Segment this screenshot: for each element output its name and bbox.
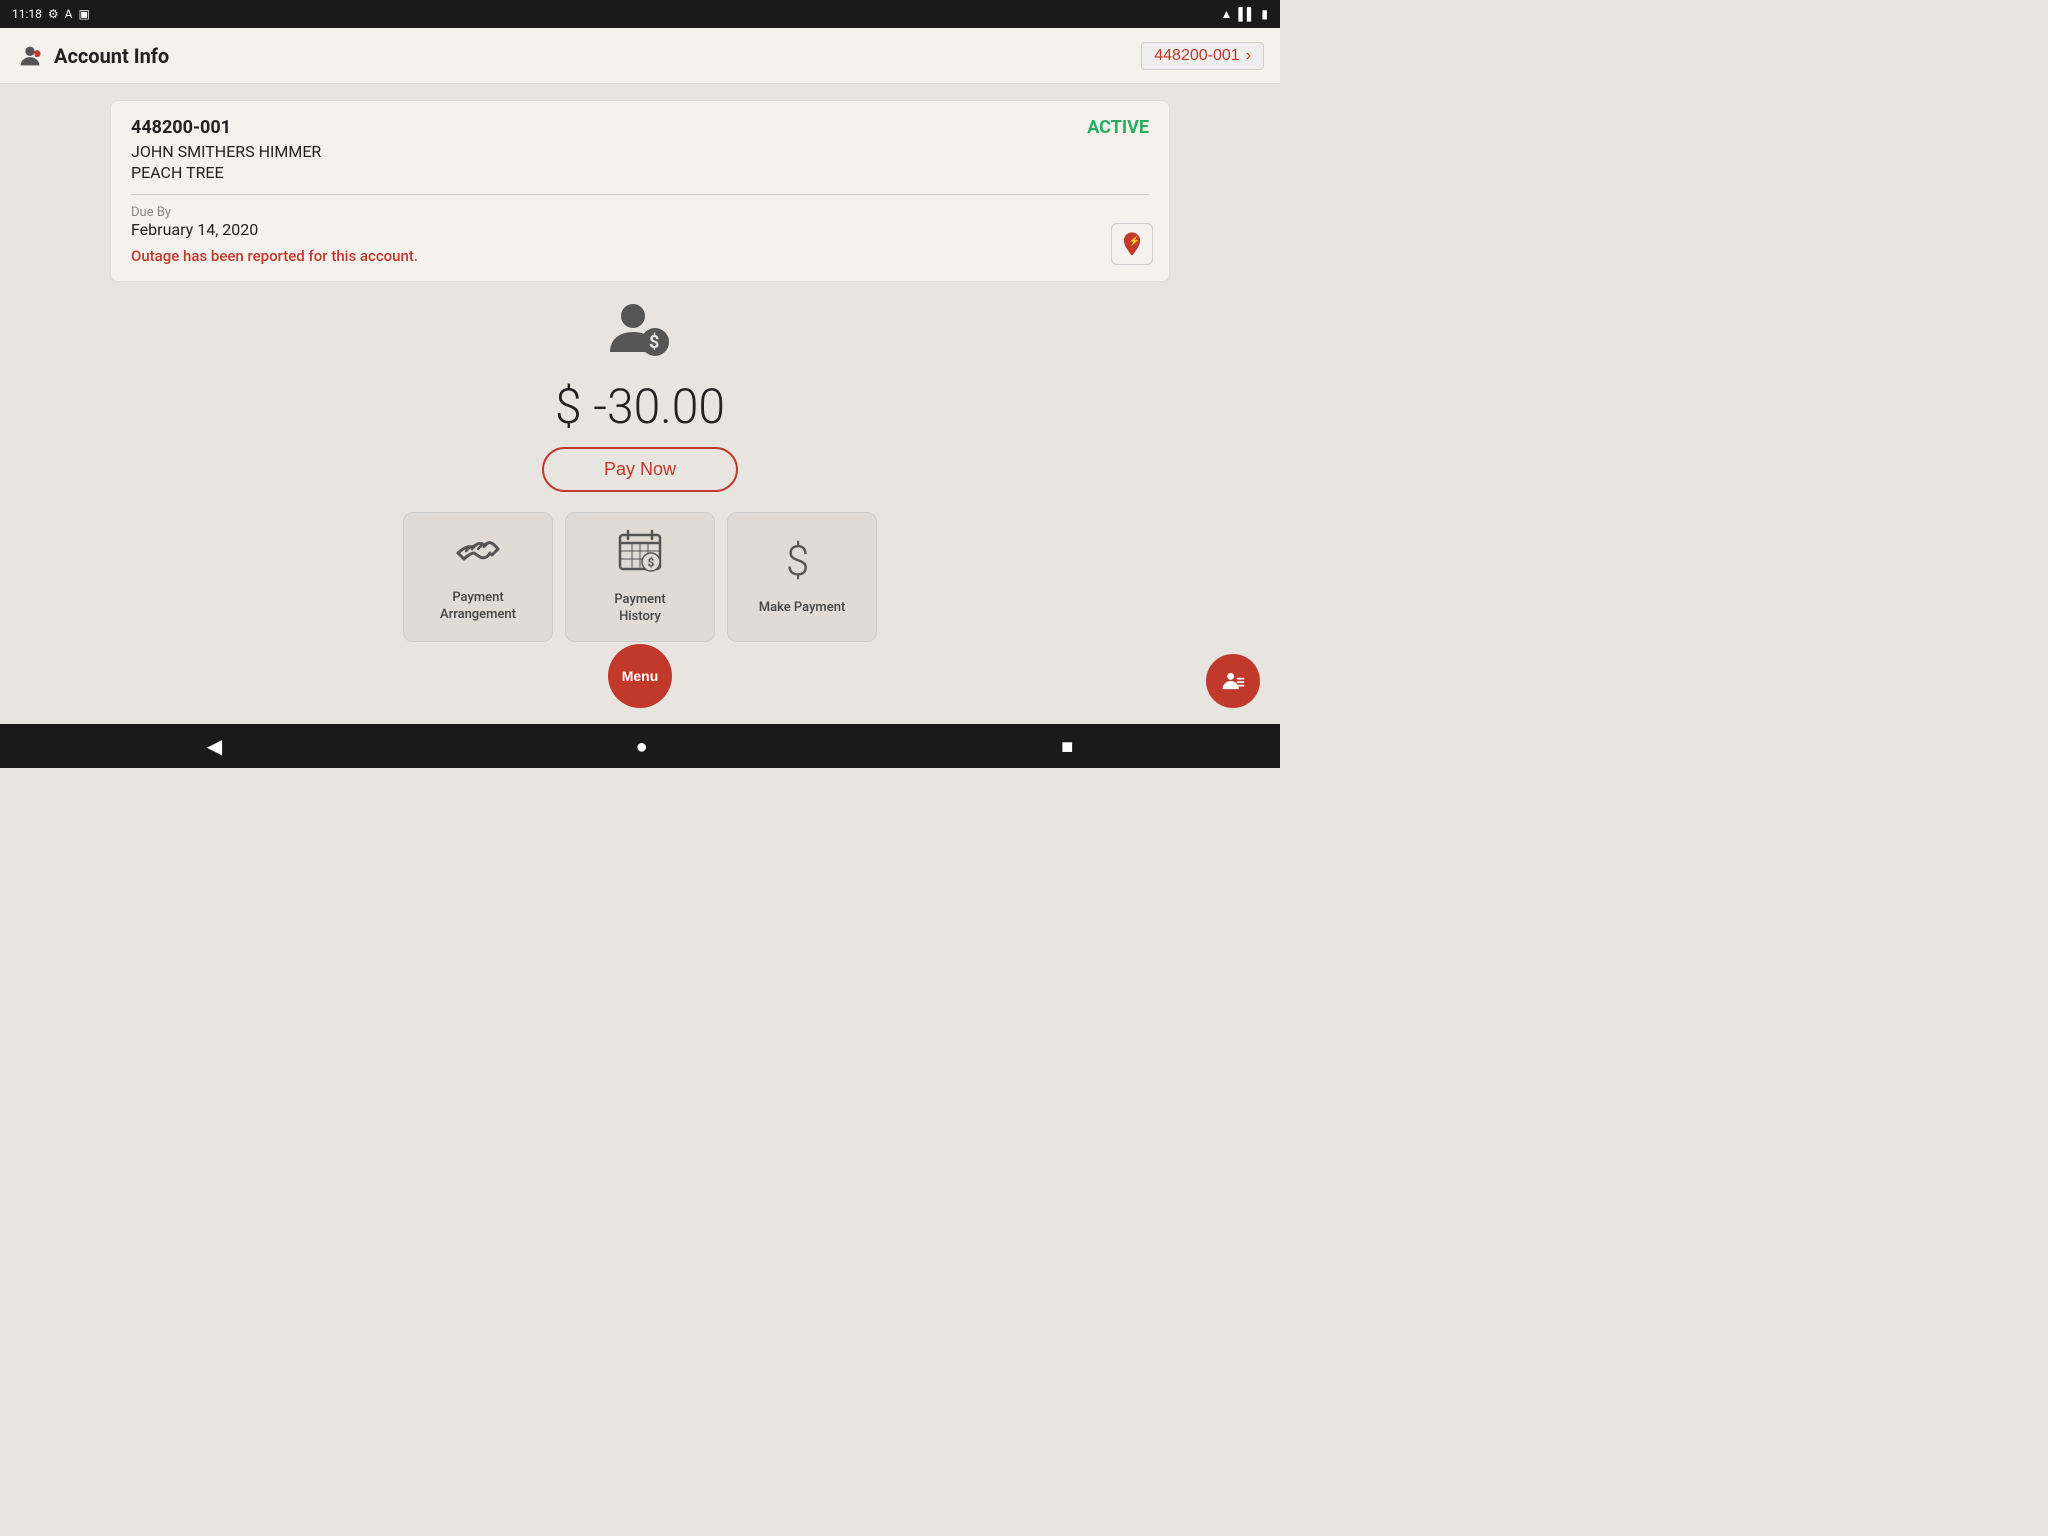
app-bar: i Account Info 448200-001 › [0, 28, 1280, 84]
due-date: February 14, 2020 [131, 220, 1149, 239]
account-status: ACTIVE [1087, 117, 1149, 138]
contacts-fab[interactable] [1206, 654, 1260, 708]
account-card: 448200-001 ACTIVE JOHN SMITHERS HIMMER P… [110, 100, 1170, 282]
svg-text:⚡: ⚡ [1129, 235, 1141, 247]
signal-icon: ▌▌ [1238, 7, 1255, 21]
account-number: 448200-001 [131, 117, 231, 138]
action-tiles: PaymentArrangement $ [403, 512, 877, 642]
menu-button[interactable]: Menu [608, 644, 672, 708]
recents-button[interactable]: ■ [1061, 734, 1073, 759]
chevron-right-icon: › [1246, 47, 1251, 65]
svg-text:$: $ [649, 332, 659, 353]
outage-icon-button[interactable]: ⚡ [1111, 223, 1153, 265]
back-button[interactable]: ◀ [207, 734, 222, 758]
svg-text:i: i [34, 52, 35, 58]
battery-icon: ▮ [1261, 7, 1268, 21]
map-pin-lightning-icon: ⚡ [1118, 230, 1146, 258]
calendar-dollar-icon: $ [618, 529, 662, 582]
person-icon: i [16, 42, 44, 70]
status-right: ▲ ▌▌ ▮ [1220, 7, 1268, 21]
outage-message: Outage has been reported for this accoun… [131, 247, 1149, 265]
wifi-icon: ▲ [1220, 7, 1232, 21]
accessibility-icon: A [65, 7, 73, 21]
balance-section: $ $ -30.00 Pay Now [542, 302, 738, 492]
sim-icon: ▣ [78, 7, 89, 21]
dollar-sign-icon: $ [780, 537, 824, 590]
status-left: 11:18 ⚙ A ▣ [12, 7, 90, 21]
make-payment-tile[interactable]: $ Make Payment [727, 512, 877, 642]
payment-history-label: PaymentHistory [614, 592, 665, 626]
payment-arrangement-label: PaymentArrangement [440, 590, 516, 624]
account-location: PEACH TREE [131, 163, 1149, 182]
status-bar: 11:18 ⚙ A ▣ ▲ ▌▌ ▮ [0, 0, 1280, 28]
payment-history-tile[interactable]: $ PaymentHistory [565, 512, 715, 642]
balance-icon: $ [605, 302, 675, 366]
handshake-icon [456, 531, 500, 580]
account-number-label: 448200-001 [1154, 47, 1239, 65]
account-selector[interactable]: 448200-001 › [1141, 42, 1264, 70]
app-bar-left: i Account Info [16, 42, 169, 70]
svg-text:$: $ [648, 555, 655, 569]
nav-bar: ◀ ● ■ [0, 724, 1280, 768]
account-name: JOHN SMITHERS HIMMER [131, 142, 1149, 161]
balance-amount: $ -30.00 [555, 378, 725, 435]
home-button[interactable]: ● [636, 734, 648, 759]
due-label: Due By [131, 205, 1149, 220]
main-content: 448200-001 ACTIVE JOHN SMITHERS HIMMER P… [0, 84, 1280, 724]
settings-icon: ⚙ [48, 7, 59, 21]
person-list-icon [1219, 667, 1247, 695]
app-bar-title: Account Info [54, 44, 169, 68]
payment-arrangement-tile[interactable]: PaymentArrangement [403, 512, 553, 642]
menu-label: Menu [622, 668, 659, 684]
svg-text:$: $ [786, 537, 809, 581]
pay-now-button[interactable]: Pay Now [542, 447, 738, 492]
time-display: 11:18 [12, 7, 42, 21]
make-payment-label: Make Payment [759, 600, 846, 617]
card-divider [131, 194, 1149, 195]
account-card-header: 448200-001 ACTIVE [131, 117, 1149, 138]
